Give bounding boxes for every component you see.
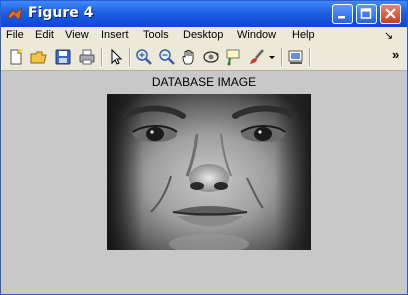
menu-bar: File Edit View Insert Tools Desktop Wind…: [1, 27, 407, 44]
menu-tools[interactable]: Tools: [143, 29, 169, 41]
axes-title: DATABASE IMAGE: [151, 75, 257, 89]
matlab-logo-icon: [7, 7, 23, 21]
zoom-in-icon[interactable]: [135, 48, 153, 66]
title-bar[interactable]: Figure 4: [1, 1, 407, 27]
figure-canvas: DATABASE IMAGE: [1, 71, 407, 294]
menu-edit[interactable]: Edit: [35, 29, 54, 41]
menu-file[interactable]: File: [6, 29, 24, 41]
toolbar-separator: [309, 48, 311, 66]
menu-insert[interactable]: Insert: [101, 29, 129, 41]
rotate-3d-icon[interactable]: [202, 48, 220, 66]
minimize-icon: [338, 16, 345, 19]
print-icon[interactable]: [78, 48, 96, 66]
brush-icon[interactable]: [248, 48, 266, 66]
dropdown-arrow-icon[interactable]: [268, 48, 276, 66]
close-icon: [385, 8, 396, 19]
toolbar-separator: [101, 48, 103, 66]
zoom-out-icon[interactable]: [158, 48, 176, 66]
open-file-icon[interactable]: [30, 48, 48, 66]
face-image: [107, 94, 311, 250]
toolbar-separator: [129, 48, 131, 66]
figure-toolbar: »: [1, 44, 407, 71]
maximize-button[interactable]: [356, 4, 377, 24]
toolbar-separator: [281, 48, 283, 66]
minimize-button[interactable]: [332, 4, 353, 24]
maximize-icon: [360, 8, 372, 19]
toolbar-overflow-icon[interactable]: »: [392, 47, 399, 62]
menu-overflow-arrow[interactable]: ↘: [384, 29, 393, 42]
insert-colorbar-icon[interactable]: [287, 48, 305, 66]
data-cursor-icon[interactable]: [225, 48, 243, 66]
menu-desktop[interactable]: Desktop: [183, 29, 223, 41]
save-icon[interactable]: [54, 48, 72, 66]
window-title: Figure 4: [28, 5, 94, 21]
pointer-icon[interactable]: [107, 48, 125, 66]
menu-window[interactable]: Window: [237, 29, 276, 41]
figure-window: Figure 4 File Edit View Insert Tools Des…: [0, 0, 408, 295]
menu-help[interactable]: Help: [292, 29, 315, 41]
new-figure-icon[interactable]: [7, 48, 25, 66]
close-button[interactable]: [380, 4, 401, 24]
menu-view[interactable]: View: [65, 29, 89, 41]
pan-icon[interactable]: [180, 48, 198, 66]
